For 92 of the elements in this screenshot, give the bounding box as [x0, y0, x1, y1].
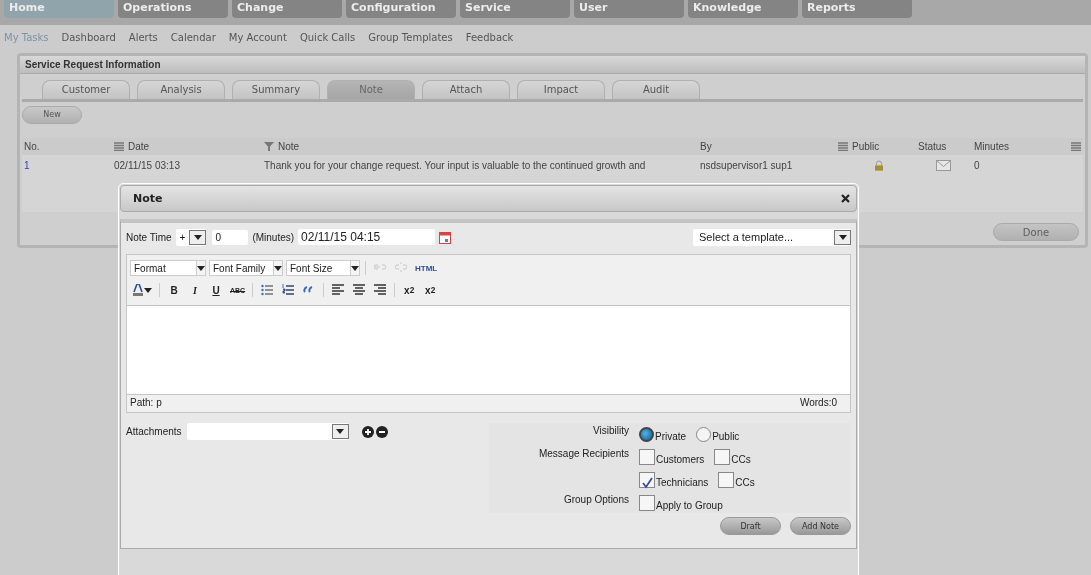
tab[interactable]: Attach	[422, 80, 510, 99]
checkbox-label: Apply to Group	[656, 499, 723, 511]
calendar-icon[interactable]	[439, 230, 452, 244]
nav-tab[interactable]: Service	[460, 0, 570, 18]
attachments-select[interactable]	[186, 423, 349, 440]
subnav-link[interactable]: My Account	[228, 32, 287, 44]
tab[interactable]: Impact	[517, 80, 605, 99]
align-left-icon[interactable]	[332, 284, 345, 296]
toolbar-select[interactable]: Font Family	[209, 260, 283, 276]
minutes-cell: 0	[974, 159, 980, 171]
remove-icon[interactable]	[375, 425, 388, 438]
align-center-icon[interactable]	[353, 284, 366, 296]
checkbox[interactable]	[639, 449, 655, 465]
subnav-link[interactable]: Quick Calls	[299, 32, 356, 44]
nav-tab[interactable]: Reports	[802, 0, 912, 18]
attachments-label: Attachments	[126, 426, 182, 437]
nav-tab[interactable]: Configuration	[346, 0, 456, 18]
close-icon[interactable]	[841, 194, 850, 203]
path-text: Path: p	[130, 397, 162, 410]
tab[interactable]: Note	[327, 80, 415, 99]
column-header[interactable]: Note	[278, 140, 300, 152]
panel-title: Service Request Information	[20, 56, 1085, 74]
radio-label: Private	[655, 430, 687, 442]
visibility-label: Visibility	[592, 425, 630, 436]
tab[interactable]: Customer	[42, 80, 130, 99]
radio-button[interactable]	[696, 427, 712, 442]
checkbox-label: Customers	[656, 453, 705, 465]
caret-icon	[336, 429, 345, 434]
date-time-field[interactable]: 02/11/15 04:15	[298, 229, 436, 245]
date-cell: 02/11/15 03:13	[114, 159, 180, 171]
column-menu-icon[interactable]	[1071, 141, 1081, 151]
checkbox-label: CCs	[735, 476, 755, 488]
add-icon[interactable]	[361, 425, 374, 438]
subnav-link[interactable]: Feedback	[465, 32, 514, 44]
radio-button[interactable]	[639, 427, 654, 442]
subnav-link[interactable]: Calendar	[170, 32, 216, 44]
caret-icon	[274, 265, 282, 271]
nav-tab[interactable]: Operations	[118, 0, 228, 18]
column-header[interactable]: No.	[24, 140, 40, 152]
bullet-list-icon[interactable]	[261, 284, 274, 296]
checkbox[interactable]	[639, 495, 655, 511]
sign-select[interactable]: +	[175, 228, 207, 246]
tab[interactable]: Audit	[612, 80, 700, 99]
minutes-label: (Minutes)	[252, 231, 295, 243]
group-options-label: Group Options	[562, 494, 630, 505]
envelope-icon	[936, 159, 951, 171]
column-header[interactable]: Date	[128, 140, 150, 152]
underline-button[interactable]: U	[207, 283, 225, 297]
nav-tab[interactable]: Change	[232, 0, 342, 18]
checkbox[interactable]	[639, 472, 655, 488]
dialog-title: Note	[133, 192, 163, 205]
column-header[interactable]: By	[700, 140, 712, 152]
checkbox-label: CCs	[731, 453, 751, 465]
dropdown-caret-icon	[144, 287, 152, 293]
numbered-list-icon[interactable]	[282, 284, 295, 296]
dialog-button[interactable]: Add Note	[790, 517, 851, 535]
tab[interactable]: Analysis	[137, 80, 225, 99]
caret-icon	[838, 234, 847, 240]
filter-icon[interactable]	[264, 141, 274, 151]
nav-tab[interactable]: User	[574, 0, 684, 18]
column-menu-icon[interactable]	[114, 141, 124, 151]
text-color-icon[interactable]	[132, 284, 144, 296]
new-button[interactable]: New	[22, 105, 82, 124]
subnav-link[interactable]: Alerts	[128, 32, 158, 44]
subnav-link[interactable]: Dashboard	[61, 32, 116, 44]
italic-button[interactable]: I	[186, 283, 204, 297]
caret-icon	[193, 234, 202, 240]
template-select[interactable]: Select a template...	[693, 228, 851, 246]
toolbar-select[interactable]: Font Size	[286, 260, 360, 276]
minutes-field[interactable]: 0	[212, 229, 249, 245]
recipients-label: Message Recipients	[537, 448, 630, 459]
tab[interactable]: Summary	[232, 80, 320, 99]
checkbox[interactable]	[718, 472, 735, 488]
html-button[interactable]: HTML	[413, 261, 440, 275]
note-time-label: Note Time	[126, 231, 172, 243]
checkbox-label: Technicians	[656, 476, 709, 488]
nav-tab[interactable]: Knowledge	[688, 0, 798, 18]
done-button[interactable]: Done	[993, 223, 1079, 241]
toolbar-select[interactable]: Format	[130, 260, 206, 276]
caret-icon	[351, 265, 359, 271]
note-cell-text: Thank you for your change request. Your input is valuable to the continued growth and	[264, 159, 647, 171]
checkbox[interactable]	[714, 449, 731, 465]
column-menu-icon[interactable]	[838, 141, 848, 151]
align-right-icon[interactable]	[374, 284, 387, 296]
bold-button[interactable]: B	[165, 283, 183, 297]
author-cell: nsdsupervisor1 sup1	[700, 159, 793, 171]
caret-icon	[197, 265, 205, 271]
row-number-link[interactable]: 1	[24, 159, 30, 171]
dialog-button[interactable]: Draft	[720, 517, 781, 535]
radio-label: Public	[712, 430, 740, 442]
word-count: Words:0	[799, 397, 837, 410]
subnav-link[interactable]: Group Templates	[368, 32, 453, 44]
